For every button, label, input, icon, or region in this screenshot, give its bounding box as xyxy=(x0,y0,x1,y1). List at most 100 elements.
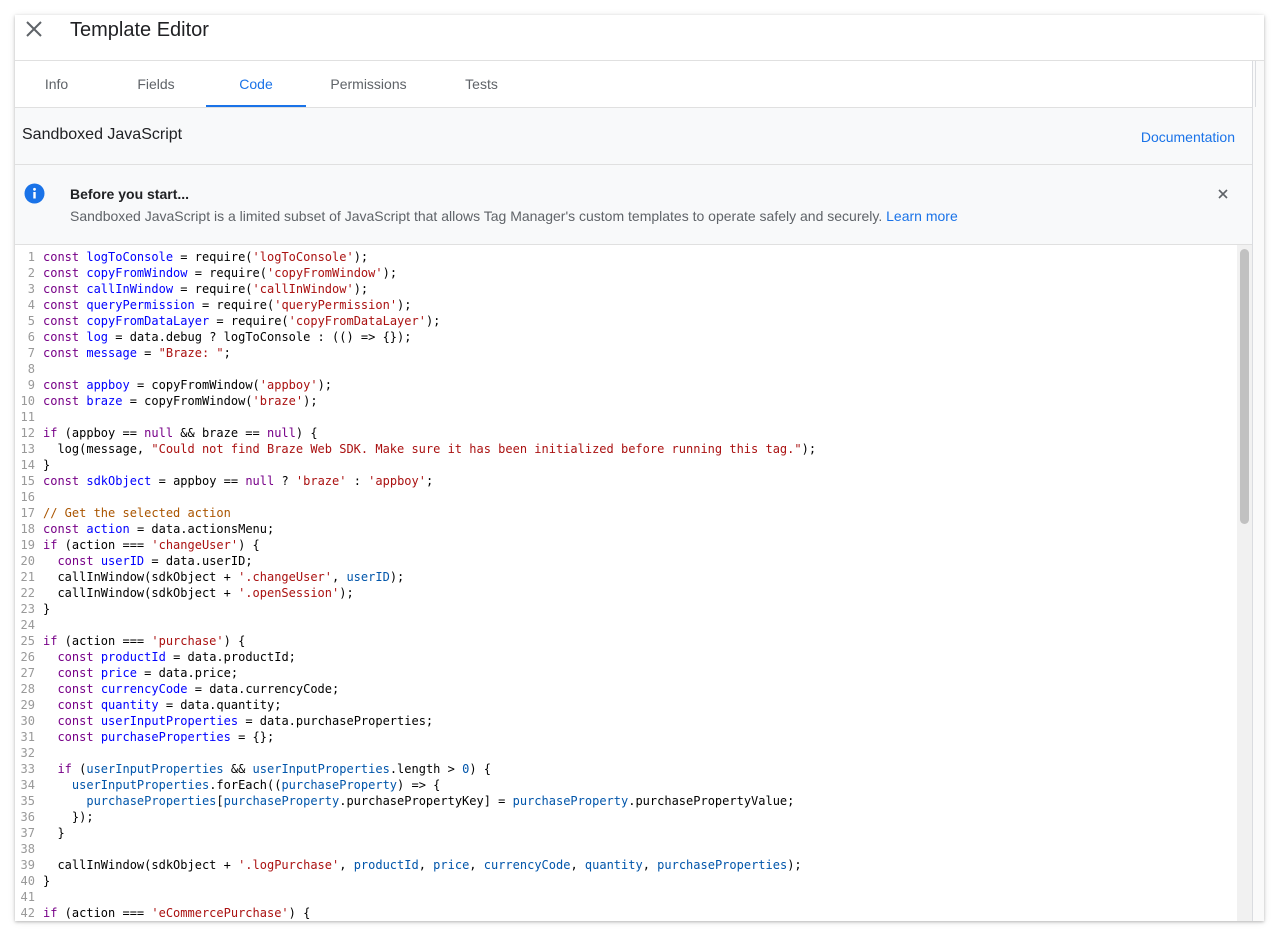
code-text: purchaseProperties[purchaseProperty.purc… xyxy=(86,794,795,808)
line-number: 10 xyxy=(20,394,35,408)
info-icon xyxy=(24,183,45,204)
code-line[interactable]: 33 if (userInputProperties && userInputP… xyxy=(15,761,1235,777)
code-line[interactable]: 25 if (action === 'purchase') { xyxy=(15,633,1235,649)
code-text: const log = data.debug ? logToConsole : … xyxy=(43,330,412,344)
code-line[interactable]: 1 const logToConsole = require('logToCons… xyxy=(15,249,1235,265)
code-text: const logToConsole = require('logToConso… xyxy=(43,250,369,264)
line-number: 14 xyxy=(20,458,35,472)
code-line[interactable]: 32 xyxy=(15,745,1235,761)
code-line[interactable]: 39 callInWindow(sdkObject + '.logPurchas… xyxy=(15,857,1235,873)
editor-scrollbar[interactable] xyxy=(1237,245,1252,921)
code-line[interactable]: 17 // Get the selected action xyxy=(15,505,1235,521)
code-line[interactable]: 38 xyxy=(15,841,1235,857)
code-line[interactable]: 14} xyxy=(15,457,1235,473)
line-number: 23 xyxy=(20,602,35,616)
code-text: if (action === 'eCommercePurchase') { xyxy=(43,906,311,920)
code-text: const braze = copyFromWindow('braze'); xyxy=(43,394,318,408)
template-editor-dialog: Template Editor Info Fields Code Permiss… xyxy=(15,15,1264,921)
code-line[interactable]: 28 const currencyCode = data.currencyCod… xyxy=(15,681,1235,697)
code-text: }); xyxy=(43,810,94,824)
dialog-scrollbar[interactable] xyxy=(1252,61,1264,921)
code-line[interactable]: 23} xyxy=(15,601,1235,617)
code-text: // Get the selected action xyxy=(43,506,231,520)
code-line[interactable]: 34 userInputProperties.forEach((purchase… xyxy=(15,777,1235,793)
code-text: const quantity = data.quantity; xyxy=(57,698,282,712)
line-number: 13 xyxy=(20,442,35,456)
line-number: 19 xyxy=(20,538,35,552)
code-line[interactable]: 20 const userID = data.userID; xyxy=(15,553,1235,569)
code-line[interactable]: 42 if (action === 'eCommercePurchase') { xyxy=(15,905,1235,921)
code-line[interactable]: 16 xyxy=(15,489,1235,505)
code-line[interactable]: 8 xyxy=(15,361,1235,377)
documentation-link[interactable]: Documentation xyxy=(1141,129,1235,145)
dialog-header: Template Editor xyxy=(15,15,1264,61)
tab-fields[interactable]: Fields xyxy=(119,61,193,107)
dialog-scrollbar-thumb[interactable] xyxy=(1255,61,1262,107)
code-line[interactable]: 31 const purchaseProperties = {}; xyxy=(15,729,1235,745)
line-number: 37 xyxy=(20,826,35,840)
code-line[interactable]: 7 const message = "Braze: "; xyxy=(15,345,1235,361)
code-editor[interactable]: 1 const logToConsole = require('logToCons… xyxy=(15,245,1252,921)
notice-title: Before you start... xyxy=(70,186,190,202)
code-lines: 1 const logToConsole = require('logToCons… xyxy=(15,249,1235,921)
code-text: const sdkObject = appboy == null ? 'braz… xyxy=(43,474,434,488)
code-line[interactable]: 29 const quantity = data.quantity; xyxy=(15,697,1235,713)
code-text: const appboy = copyFromWindow('appboy'); xyxy=(43,378,333,392)
code-line[interactable]: 19 if (action === 'changeUser') { xyxy=(15,537,1235,553)
code-line[interactable]: 36 }); xyxy=(15,809,1235,825)
line-number: 24 xyxy=(20,618,35,632)
line-number: 20 xyxy=(20,554,35,568)
code-line[interactable]: 30 const userInputProperties = data.purc… xyxy=(15,713,1235,729)
code-line[interactable]: 11 xyxy=(15,409,1235,425)
line-number: 16 xyxy=(20,490,35,504)
line-number: 38 xyxy=(20,842,35,856)
tab-tests[interactable]: Tests xyxy=(452,61,511,107)
line-number: 9 xyxy=(27,378,35,392)
close-icon[interactable] xyxy=(23,18,45,40)
code-line[interactable]: 27 const price = data.price; xyxy=(15,665,1235,681)
code-line[interactable]: 24 xyxy=(15,617,1235,633)
code-text: const productId = data.productId; xyxy=(57,650,296,664)
code-line[interactable]: 5 const copyFromDataLayer = require('copy… xyxy=(15,313,1235,329)
code-line[interactable]: 18 const action = data.actionsMenu; xyxy=(15,521,1235,537)
editor-scrollbar-thumb[interactable] xyxy=(1240,249,1249,524)
learn-more-link[interactable]: Learn more xyxy=(886,208,958,224)
line-number: 33 xyxy=(20,762,35,776)
code-text: const purchaseProperties = {}; xyxy=(57,730,275,744)
code-text: if (userInputProperties && userInputProp… xyxy=(57,762,491,776)
notice-body: Sandboxed JavaScript is a limited subset… xyxy=(70,208,958,224)
line-number: 11 xyxy=(20,410,35,424)
code-text: callInWindow(sdkObject + '.changeUser', … xyxy=(43,570,405,584)
code-line[interactable]: 3 const callInWindow = require('callInWin… xyxy=(15,281,1235,297)
code-line[interactable]: 41 xyxy=(15,889,1235,905)
tab-code[interactable]: Code xyxy=(206,61,306,107)
code-line[interactable]: 22 callInWindow(sdkObject + '.openSessio… xyxy=(15,585,1235,601)
line-number: 12 xyxy=(20,426,35,440)
code-line[interactable]: 26 const productId = data.productId; xyxy=(15,649,1235,665)
code-line[interactable]: 4 const queryPermission = require('queryP… xyxy=(15,297,1235,313)
code-line[interactable]: 12 if (appboy == null && braze == null) { xyxy=(15,425,1235,441)
before-you-start-notice: Before you start... Sandboxed JavaScript… xyxy=(15,165,1252,245)
code-line[interactable]: 10 const braze = copyFromWindow('braze'); xyxy=(15,393,1235,409)
code-line[interactable]: 35 purchaseProperties[purchaseProperty.p… xyxy=(15,793,1235,809)
line-number: 34 xyxy=(20,778,35,792)
line-number: 22 xyxy=(20,586,35,600)
line-number: 29 xyxy=(20,698,35,712)
code-line[interactable]: 15 const sdkObject = appboy == null ? 'br… xyxy=(15,473,1235,489)
code-line[interactable]: 37 } xyxy=(15,825,1235,841)
line-number: 39 xyxy=(20,858,35,872)
code-text: const price = data.price; xyxy=(57,666,239,680)
code-line[interactable]: 40} xyxy=(15,873,1235,889)
code-text: const callInWindow = require('callInWind… xyxy=(43,282,369,296)
code-line[interactable]: 6 const log = data.debug ? logToConsole :… xyxy=(15,329,1235,345)
code-line[interactable]: 9 const appboy = copyFromWindow('appboy')… xyxy=(15,377,1235,393)
code-line[interactable]: 21 callInWindow(sdkObject + '.changeUser… xyxy=(15,569,1235,585)
close-icon[interactable] xyxy=(1216,187,1230,201)
tab-info[interactable]: Info xyxy=(15,61,98,107)
code-line[interactable]: 13 log(message, "Could not find Braze We… xyxy=(15,441,1235,457)
line-number: 1 xyxy=(27,250,35,264)
tab-permissions[interactable]: Permissions xyxy=(320,61,417,107)
code-line[interactable]: 2 const copyFromWindow = require('copyFro… xyxy=(15,265,1235,281)
code-text: callInWindow(sdkObject + '.logPurchase',… xyxy=(43,858,802,872)
line-number: 26 xyxy=(20,650,35,664)
